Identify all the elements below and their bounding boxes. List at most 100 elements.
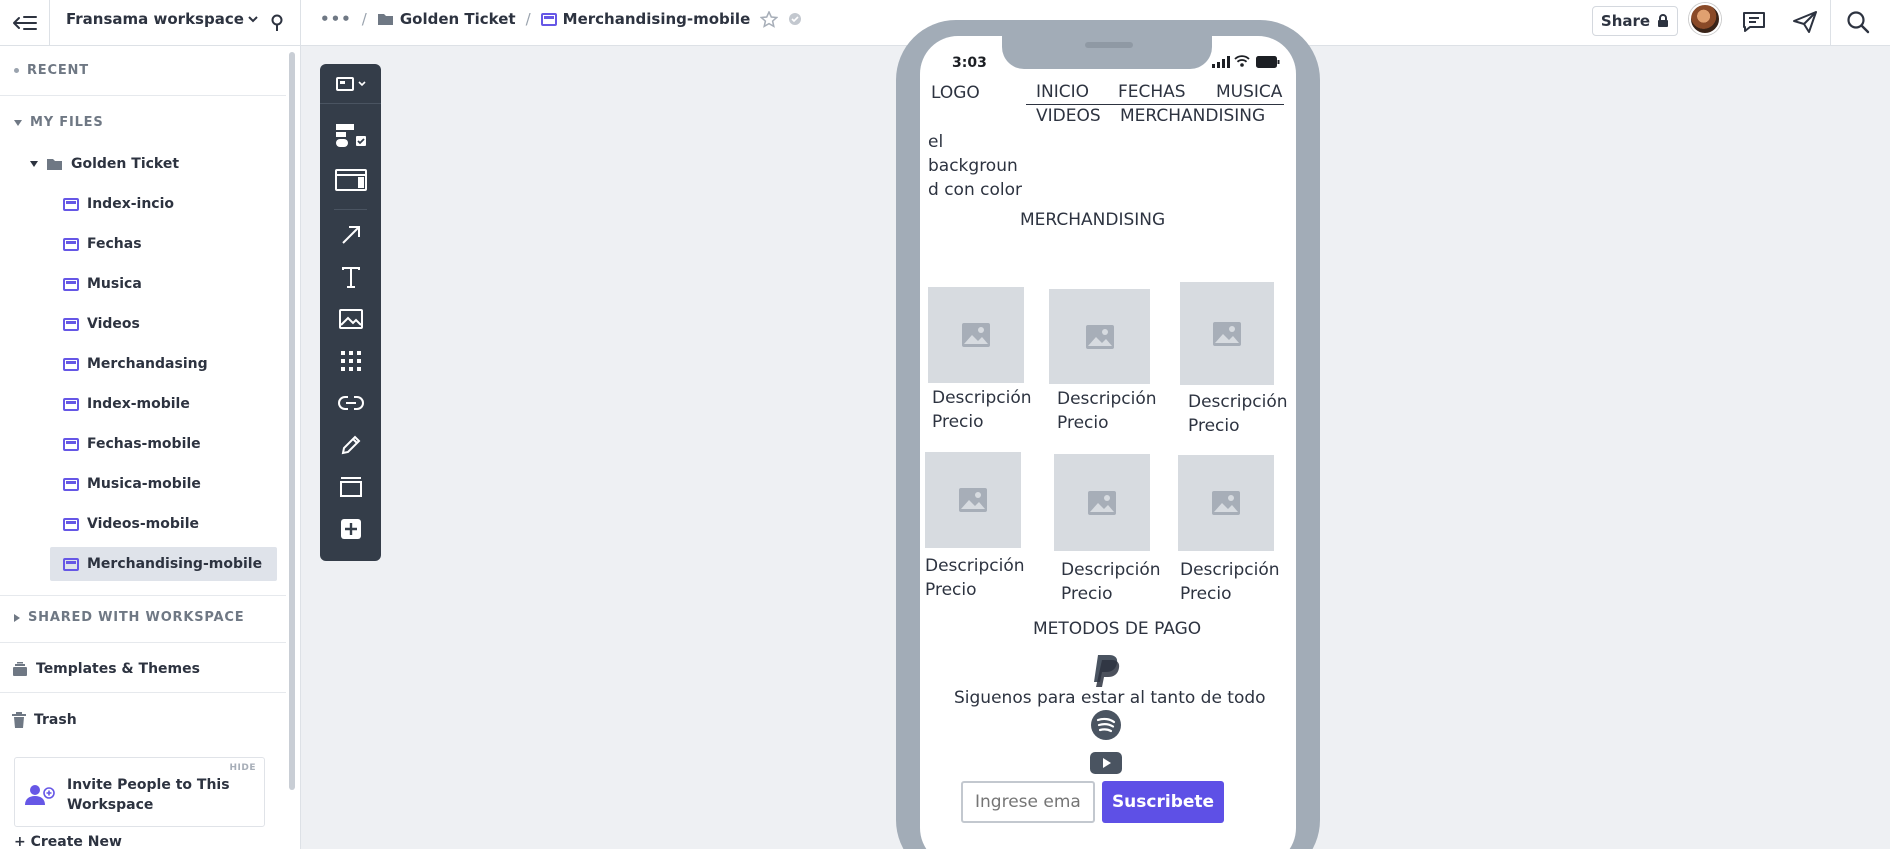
workspace-name: Fransama workspace xyxy=(66,10,244,28)
sidebar-item-fechas[interactable]: Fechas xyxy=(50,227,277,261)
product-description: Descripción xyxy=(932,388,1032,408)
link-tool-icon[interactable] xyxy=(332,386,370,420)
page-icon xyxy=(63,477,79,491)
image-placeholder-icon xyxy=(962,323,990,347)
divider xyxy=(300,0,301,46)
templates-icon xyxy=(13,661,27,676)
comments-icon[interactable] xyxy=(1736,5,1772,39)
breadcrumb: ••• / Golden Ticket / Merchandising-mobi… xyxy=(320,10,802,28)
spotify-icon[interactable] xyxy=(1090,709,1122,741)
sidebar-item-index-incio[interactable]: Index-incio xyxy=(50,187,277,221)
image-tool-icon[interactable] xyxy=(332,302,370,336)
create-new-button[interactable]: + Create New xyxy=(14,834,122,849)
pencil-tool-icon[interactable] xyxy=(332,428,370,462)
youtube-icon[interactable] xyxy=(1090,751,1122,775)
nav-inicio[interactable]: INICIO xyxy=(1036,80,1089,104)
sidebar-item-merchandasing[interactable]: Merchandasing xyxy=(50,347,277,381)
browser-frame-tool-icon[interactable] xyxy=(332,163,370,197)
sidebar-item-fechas-mobile[interactable]: Fechas-mobile xyxy=(50,427,277,461)
invite-panel[interactable]: Invite People to This Workspace HIDE xyxy=(14,757,265,827)
more-icon[interactable]: ••• xyxy=(320,10,352,28)
sidebar-item-videos[interactable]: Videos xyxy=(50,307,277,341)
container-tool-icon[interactable] xyxy=(332,470,370,504)
caret-down-icon xyxy=(14,119,22,126)
sidebar-section-shared[interactable]: SHARED WITH WORKSPACE xyxy=(14,610,244,625)
caret-down-icon xyxy=(30,161,38,167)
pin-icon[interactable] xyxy=(266,11,288,35)
divider xyxy=(0,95,286,96)
grid-tool-icon[interactable] xyxy=(332,344,370,378)
invite-label: Invite People to This Workspace xyxy=(67,777,230,813)
product-description: Descripción xyxy=(1188,392,1288,412)
arrow-tool-icon[interactable] xyxy=(332,218,370,252)
text-tool-icon[interactable] xyxy=(332,260,370,294)
background-note-line: backgroun xyxy=(928,156,1018,176)
product-image xyxy=(928,287,1024,383)
image-placeholder-icon xyxy=(1213,321,1241,346)
bullet-icon xyxy=(14,68,19,73)
sidebar-item-index-mobile[interactable]: Index-mobile xyxy=(50,387,277,421)
breadcrumb-folder[interactable]: Golden Ticket xyxy=(377,10,516,28)
hide-link[interactable]: HIDE xyxy=(230,763,257,773)
nav-merchandising[interactable]: MERCHANDISING xyxy=(1120,104,1265,128)
sidebar-scrollbar[interactable] xyxy=(289,52,295,790)
screen-icon xyxy=(335,76,354,91)
sidebar-item-musica[interactable]: Musica xyxy=(50,267,277,301)
section-title: MERCHANDISING xyxy=(1020,210,1166,230)
ui-components-tool-icon[interactable] xyxy=(332,119,370,153)
image-placeholder-icon xyxy=(1088,490,1116,515)
divider xyxy=(334,209,367,210)
page-icon xyxy=(63,437,79,451)
lock-icon xyxy=(1658,14,1669,27)
phone-notch xyxy=(1002,28,1212,69)
image-placeholder-icon xyxy=(959,488,987,512)
product-image xyxy=(1180,282,1274,385)
email-input[interactable] xyxy=(961,781,1095,823)
sidebar-item-musica-mobile[interactable]: Musica-mobile xyxy=(50,467,277,501)
add-user-icon xyxy=(25,785,55,805)
avatar[interactable] xyxy=(1689,3,1721,35)
sidebar-folder-golden-ticket[interactable]: Golden Ticket xyxy=(30,147,280,181)
sidebar-item-merchandising-mobile[interactable]: Merchandising-mobile xyxy=(50,547,277,581)
image-placeholder-icon xyxy=(1085,324,1114,349)
folder-icon xyxy=(377,14,393,25)
tool-palette xyxy=(320,64,381,561)
product-price: Precio xyxy=(1057,413,1109,433)
sidebar-section-recent[interactable]: RECENT xyxy=(14,63,89,78)
add-tool-icon[interactable] xyxy=(332,512,370,546)
sidebar-item-videos-mobile[interactable]: Videos-mobile xyxy=(50,507,277,541)
subscribe-button[interactable]: Suscribete xyxy=(1102,781,1224,823)
nav-videos[interactable]: VIDEOS xyxy=(1036,104,1101,128)
page-icon xyxy=(63,517,79,531)
send-icon[interactable] xyxy=(1787,5,1823,39)
screen-type-selector[interactable] xyxy=(320,64,381,104)
sidebar-section-my-files[interactable]: MY FILES xyxy=(14,115,104,130)
page-icon xyxy=(63,277,79,291)
product-price: Precio xyxy=(925,580,977,600)
battery-icon xyxy=(1256,56,1280,68)
breadcrumb-page[interactable]: Merchandising-mobile xyxy=(540,10,750,28)
workspace-switcher[interactable]: Fransama workspace xyxy=(66,10,258,28)
nav-fechas[interactable]: FECHAS xyxy=(1118,80,1186,104)
star-icon[interactable] xyxy=(760,10,779,28)
share-button[interactable]: Share xyxy=(1592,6,1678,36)
product-image xyxy=(1054,454,1150,551)
collapse-sidebar-icon[interactable] xyxy=(8,8,40,38)
product-description: Descripción xyxy=(925,556,1025,576)
verified-icon xyxy=(789,13,802,25)
divider xyxy=(49,0,50,46)
page-icon xyxy=(63,317,79,331)
product-image xyxy=(1049,289,1150,384)
search-icon[interactable] xyxy=(1840,5,1876,39)
divider xyxy=(1830,0,1831,46)
background-note-line: el xyxy=(928,132,944,152)
background-note-line: d con color xyxy=(928,180,1022,200)
sidebar-trash[interactable]: Trash xyxy=(12,703,272,737)
status-time: 3:03 xyxy=(952,55,987,71)
image-placeholder-icon xyxy=(1212,491,1240,515)
sidebar-templates-themes[interactable]: Templates & Themes xyxy=(12,652,272,686)
nav-musica[interactable]: MUSICA xyxy=(1216,80,1282,104)
page-icon xyxy=(540,12,557,26)
chevron-down-icon xyxy=(248,16,258,23)
page-icon xyxy=(63,357,79,371)
